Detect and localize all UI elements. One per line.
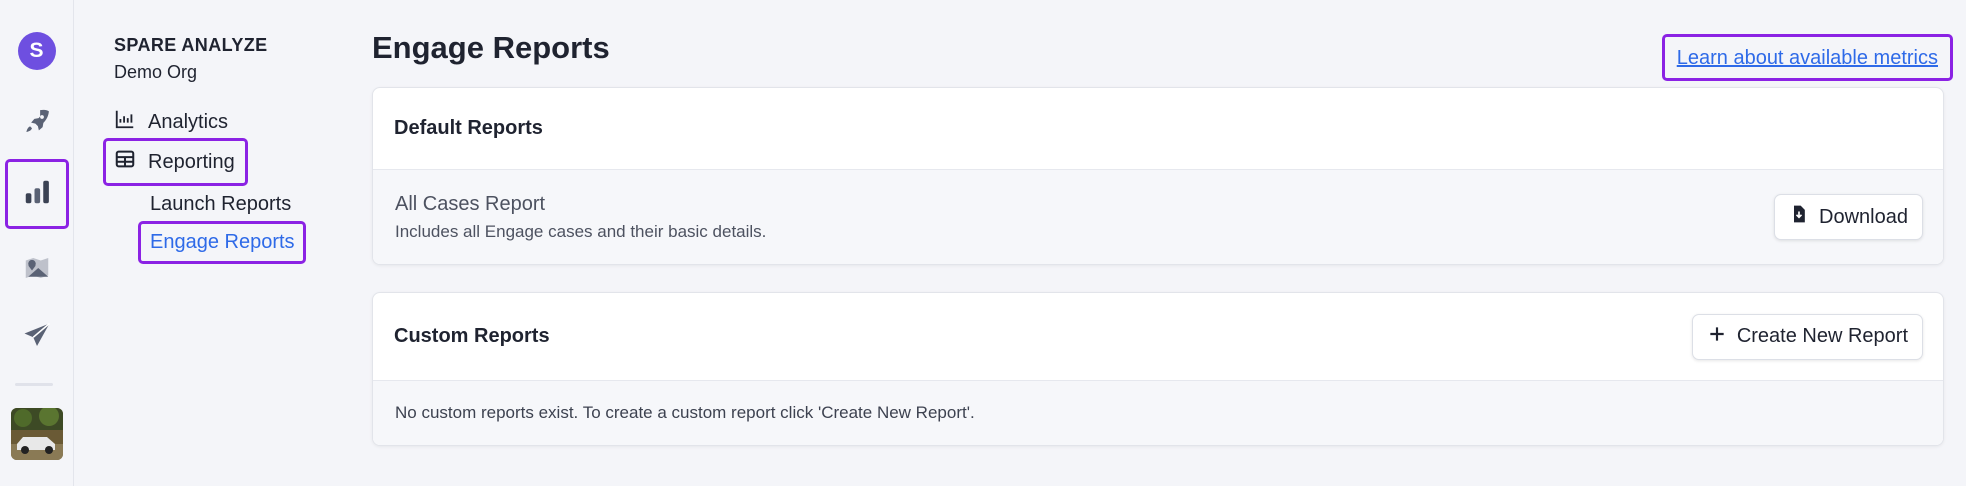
brand-avatar[interactable]: S	[17, 32, 56, 70]
table-icon	[114, 148, 136, 176]
nav-item-engage-reports[interactable]: Engage Reports	[138, 221, 306, 264]
org-name: Demo Org	[114, 62, 198, 82]
rail-divider	[15, 383, 53, 386]
main-content: Engage Reports Learn about available met…	[346, 0, 1966, 486]
metrics-link[interactable]: Learn about available metrics	[1661, 34, 1954, 81]
create-new-report-button[interactable]: Create New Report	[1691, 313, 1923, 360]
report-row: All Cases Report Includes all Engage cas…	[373, 170, 1943, 264]
secondary-nav: SPARE ANALYZE Demo Org Analytics Reporti…	[74, 0, 346, 486]
plus-icon	[1707, 324, 1727, 350]
file-download-icon	[1789, 204, 1809, 230]
custom-reports-card: Custom Reports Create New Report No cust…	[372, 292, 1944, 446]
default-reports-card: Default Reports All Cases Report Include…	[372, 87, 1944, 265]
page-title: Engage Reports	[372, 30, 610, 65]
empty-state-text: No custom reports exist. To create a cus…	[395, 403, 975, 422]
map-icon[interactable]	[17, 248, 57, 288]
custom-reports-heading: Custom Reports	[394, 325, 550, 347]
nav-item-launch-reports[interactable]: Launch Reports	[150, 193, 291, 216]
paper-plane-icon[interactable]	[17, 316, 57, 356]
nav-item-analytics[interactable]: Analytics	[114, 108, 228, 136]
report-name: All Cases Report	[395, 192, 546, 215]
custom-reports-header: Custom Reports Create New Report	[373, 293, 1943, 381]
nav-item-reporting[interactable]: Reporting	[103, 138, 248, 186]
app-rail: S	[0, 0, 74, 486]
rocket-icon[interactable]	[17, 102, 57, 142]
user-avatar[interactable]	[10, 408, 63, 460]
default-reports-header: Default Reports	[373, 88, 1943, 170]
bar-chart-icon	[22, 177, 52, 212]
app-name: SPARE ANALYZE	[114, 35, 268, 55]
report-description: Includes all Engage cases and their basi…	[395, 221, 767, 241]
report-info: All Cases Report Includes all Engage cas…	[395, 193, 766, 242]
create-new-report-label: Create New Report	[1736, 325, 1908, 347]
rail-analytics-selected[interactable]	[4, 159, 69, 229]
download-button[interactable]: Download	[1774, 194, 1923, 240]
default-reports-heading: Default Reports	[394, 117, 543, 139]
download-label: Download	[1819, 205, 1908, 228]
custom-reports-empty-state: No custom reports exist. To create a cus…	[373, 381, 1943, 445]
nav-reporting-label: Reporting	[148, 150, 235, 173]
chart-icon	[114, 108, 136, 136]
nav-analytics-label: Analytics	[148, 110, 229, 133]
